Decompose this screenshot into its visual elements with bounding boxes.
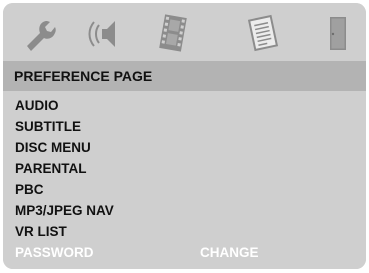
wrench-icon[interactable] (19, 13, 59, 53)
menu-item-subtitle[interactable]: SUBTITLE (15, 119, 81, 134)
setup-menu-screen: PREFERENCE PAGE AUDIO SUBTITLE DISC MENU… (3, 3, 366, 269)
menu-item-mp3-jpeg-nav[interactable]: MP3/JPEG NAV (15, 203, 114, 218)
menu-item-password[interactable]: PASSWORD (15, 245, 94, 260)
speaker-icon[interactable] (85, 13, 125, 53)
door-icon[interactable] (318, 13, 358, 53)
preference-menu: AUDIO SUBTITLE DISC MENU PARENTAL PBC MP… (3, 91, 366, 269)
film-icon[interactable] (153, 13, 193, 53)
menu-item-pbc[interactable]: PBC (15, 182, 44, 197)
password-change-option[interactable]: CHANGE (200, 245, 259, 260)
menu-item-disc-menu[interactable]: DISC MENU (15, 140, 91, 155)
menu-item-vr-list[interactable]: VR LIST (15, 224, 67, 239)
tab-bar (3, 3, 366, 58)
menu-item-parental[interactable]: PARENTAL (15, 161, 87, 176)
page-title: PREFERENCE PAGE (14, 68, 153, 84)
document-icon[interactable] (243, 13, 283, 53)
page-header: PREFERENCE PAGE (3, 61, 366, 91)
menu-item-audio[interactable]: AUDIO (15, 98, 59, 113)
